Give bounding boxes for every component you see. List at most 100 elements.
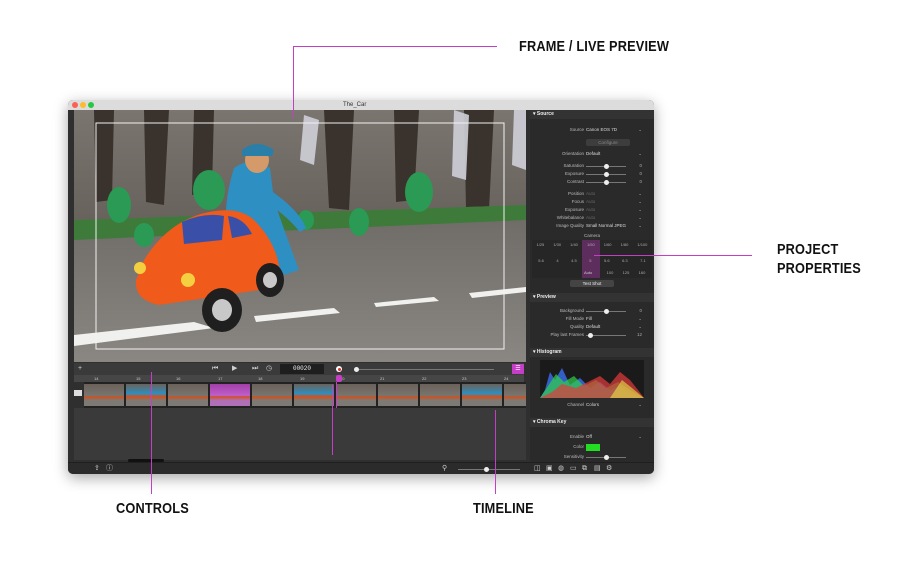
iso-value[interactable]: 100 [607, 270, 614, 275]
background-row: Background 0 [530, 308, 654, 315]
shutter-value[interactable]: 1/40 [570, 242, 578, 248]
fill-mode-select[interactable]: Fill [586, 316, 592, 321]
slider-knob[interactable] [588, 333, 593, 338]
capture-button[interactable] [336, 366, 342, 372]
exposure-mode-select[interactable]: Auto [586, 207, 595, 212]
contrast-slider[interactable] [586, 180, 626, 185]
slider-knob[interactable] [484, 467, 489, 472]
play-last-frames-value: 12 [636, 332, 642, 337]
slider-knob[interactable] [604, 455, 609, 460]
timeline-zoom-slider[interactable] [458, 467, 520, 472]
layers-icon[interactable]: ⧉ [582, 463, 587, 474]
enable-select[interactable]: Off [586, 434, 592, 439]
timeline-scrollbar[interactable] [128, 459, 164, 462]
section-header-preview[interactable]: ▾ Preview [530, 293, 654, 302]
zoom-window-button[interactable] [88, 102, 94, 108]
disclosure-triangle-icon: ▾ [533, 294, 536, 300]
settings-gear-icon[interactable]: ⚙ [606, 463, 612, 474]
camera-settings-dial[interactable]: 1/25 1/30 1/40 1/50 1/60 1/80 1/100 5.6 … [532, 240, 652, 278]
chroma-key-header-label: Chroma Key [536, 419, 567, 425]
quality-label: Quality [569, 324, 584, 329]
test-shot-button[interactable]: Test Shot [570, 280, 614, 287]
frame-thumbnail[interactable] [168, 384, 208, 406]
chroma-color-swatch[interactable] [586, 444, 600, 451]
playhead-marker[interactable] [336, 375, 342, 382]
timeline-area[interactable] [74, 408, 526, 460]
close-window-button[interactable] [72, 102, 78, 108]
track-icon [74, 390, 82, 396]
section-header-chroma-key[interactable]: ▾ Chroma Key [530, 418, 654, 427]
section-header-histogram[interactable]: ▾ Histogram [530, 348, 654, 357]
skip-to-start-icon[interactable]: ⏮ [212, 363, 218, 375]
image-quality-select[interactable]: Small Normal JPEG [586, 223, 626, 228]
channel-select[interactable]: Colors [586, 402, 599, 407]
play-last-frames-slider[interactable] [586, 333, 626, 338]
whitebalance-select[interactable]: Auto [586, 215, 595, 220]
aperture-value[interactable]: 7.1 [640, 258, 646, 264]
aperture-value[interactable]: 6.3 [622, 258, 628, 264]
quality-select[interactable]: Default [586, 324, 600, 329]
position-select[interactable]: Auto [586, 191, 595, 196]
timeline-settings-icon[interactable]: ☰ [512, 364, 524, 374]
minimize-window-button[interactable] [80, 102, 86, 108]
window-title: The_Car [343, 102, 367, 108]
frame-thumbnail[interactable] [462, 384, 502, 406]
focus-select[interactable]: Auto [586, 199, 595, 204]
frame-thumbnail[interactable] [336, 384, 376, 406]
play-icon[interactable]: ▶ [232, 363, 237, 375]
background-slider[interactable] [586, 309, 626, 314]
slider-knob[interactable] [604, 180, 609, 185]
playback-icon[interactable]: ▣ [546, 463, 553, 474]
frame-thumbnail[interactable] [504, 384, 526, 406]
exposure-slider[interactable] [586, 172, 626, 177]
aperture-value[interactable]: 5 [589, 258, 591, 264]
shutter-value[interactable]: 1/100 [637, 242, 647, 248]
shutter-values-row: 1/25 1/30 1/40 1/50 1/60 1/80 1/100 [532, 242, 652, 248]
saturation-slider[interactable] [586, 164, 626, 169]
frame-thumbnail[interactable] [252, 384, 292, 406]
timeline-ruler[interactable]: 14 15 16 17 18 19 20 21 22 23 24 [74, 375, 524, 382]
frame-thumbnail[interactable] [294, 384, 334, 406]
clapper-icon[interactable]: ▤ [594, 463, 601, 474]
aperture-value[interactable]: 4 [556, 258, 558, 264]
configure-button[interactable]: Configure [586, 139, 630, 146]
frame-live-preview[interactable] [74, 110, 526, 362]
frame-thumbnail[interactable] [420, 384, 460, 406]
sensitivity-slider[interactable] [586, 455, 626, 460]
orientation-select[interactable]: Default [586, 151, 600, 156]
frame-thumbnail[interactable] [126, 384, 166, 406]
skip-to-end-icon[interactable]: ⏭ [252, 363, 258, 375]
aperture-value[interactable]: 5.6 [538, 258, 544, 264]
iso-value[interactable]: 125 [623, 270, 630, 275]
preview-image [74, 110, 526, 362]
onion-skin-slider[interactable] [354, 367, 494, 372]
frame-thumbnail[interactable] [84, 384, 124, 406]
aperture-value[interactable]: 4.5 [571, 258, 577, 264]
slider-knob[interactable] [604, 172, 609, 177]
iso-value[interactable]: 160 [639, 270, 646, 275]
aperture-value[interactable]: 5.6 [604, 258, 610, 264]
overlay-icon[interactable]: ▭ [570, 463, 577, 474]
chevron-down-icon: ⌄ [638, 223, 642, 228]
contrast-value: 0 [639, 179, 642, 184]
chevron-down-icon: ⌄ [638, 199, 642, 204]
frame-thumbnail-selected[interactable] [210, 384, 250, 406]
audio-icon[interactable]: ◍ [558, 463, 564, 474]
camera-icon[interactable]: ◫ [534, 463, 541, 474]
shutter-value[interactable]: 1/80 [621, 242, 629, 248]
source-select[interactable]: Canon EOS 7D [586, 127, 617, 132]
zoom-out-icon[interactable]: ⚲ [442, 463, 447, 474]
frame-thumbnail[interactable] [378, 384, 418, 406]
share-icon[interactable]: ⇪ [94, 463, 100, 474]
add-icon[interactable]: + [78, 363, 82, 375]
slider-knob[interactable] [604, 309, 609, 314]
shutter-value[interactable]: 1/30 [553, 242, 561, 248]
shutter-value[interactable]: 1/25 [537, 242, 545, 248]
section-header-source[interactable]: ▾ Source [530, 110, 654, 119]
slider-knob[interactable] [604, 164, 609, 169]
timer-icon[interactable]: ◷ [266, 363, 272, 375]
slider-knob[interactable] [354, 367, 359, 372]
shutter-value[interactable]: 1/60 [604, 242, 612, 248]
shutter-value[interactable]: 1/50 [587, 242, 595, 248]
info-icon[interactable]: ⓘ [106, 463, 113, 474]
